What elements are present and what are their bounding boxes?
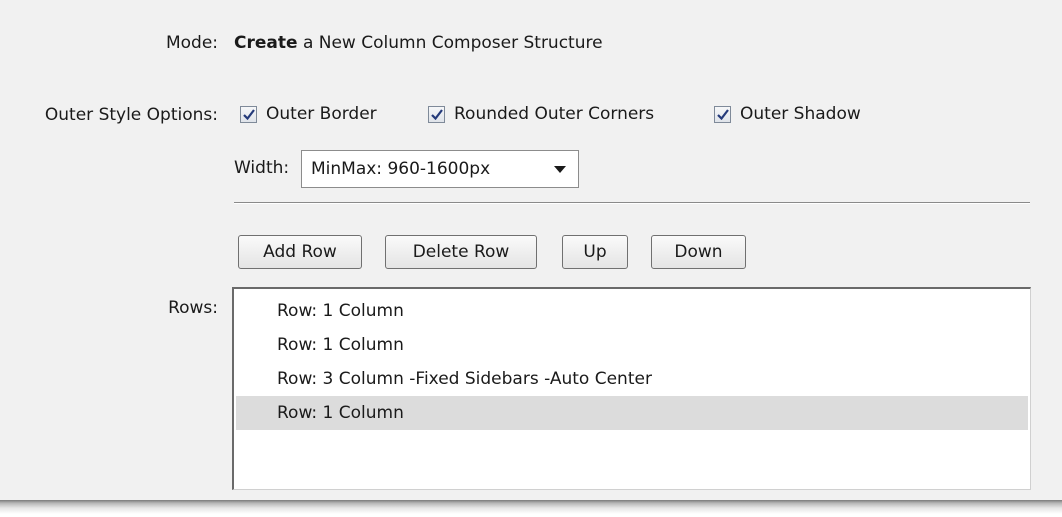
width-select[interactable]: MinMax: 960-1600px xyxy=(301,150,579,188)
composer-panel: Mode: Create a New Column Composer Struc… xyxy=(0,0,1062,500)
outer-border-label: Outer Border xyxy=(266,104,377,124)
mode-value: Create a New Column Composer Structure xyxy=(234,33,603,53)
check-icon xyxy=(430,108,443,120)
outer-shadow-label: Outer Shadow xyxy=(740,104,861,124)
check-icon xyxy=(716,108,729,120)
rows-label: Rows: xyxy=(168,298,218,318)
rounded-corners-label: Rounded Outer Corners xyxy=(454,104,655,124)
list-item[interactable]: Row: 1 Column xyxy=(236,328,1028,362)
add-row-button[interactable]: Add Row xyxy=(238,235,362,269)
window-bottom-edge xyxy=(0,500,1062,517)
list-item-selected[interactable]: Row: 1 Column xyxy=(236,396,1028,430)
divider xyxy=(234,202,1030,204)
rows-listbox[interactable]: Row: 1 Column Row: 1 Column Row: 3 Colum… xyxy=(232,287,1031,490)
mode-action: Create xyxy=(234,33,298,53)
check-icon xyxy=(242,108,255,120)
mode-label: Mode: xyxy=(165,33,218,53)
checkbox-box[interactable] xyxy=(714,105,731,123)
outer-border-checkbox[interactable]: Outer Border xyxy=(240,104,377,124)
outer-style-label: Outer Style Options: xyxy=(44,105,218,125)
rounded-corners-checkbox[interactable]: Rounded Outer Corners xyxy=(428,104,654,124)
checkbox-box[interactable] xyxy=(428,105,445,123)
list-item[interactable]: Row: 1 Column xyxy=(236,294,1028,328)
width-select-value: MinMax: 960-1600px xyxy=(311,159,491,179)
mode-description: a New Column Composer Structure xyxy=(302,33,603,53)
down-button[interactable]: Down xyxy=(651,235,746,269)
delete-row-button[interactable]: Delete Row xyxy=(385,235,537,269)
checkbox-box[interactable] xyxy=(240,105,257,123)
chevron-down-icon[interactable] xyxy=(554,166,566,173)
outer-shadow-checkbox[interactable]: Outer Shadow xyxy=(714,104,861,124)
width-label: Width: xyxy=(234,158,290,178)
list-item[interactable]: Row: 3 Column -Fixed Sidebars -Auto Cent… xyxy=(236,362,1028,396)
up-button[interactable]: Up xyxy=(562,235,628,269)
